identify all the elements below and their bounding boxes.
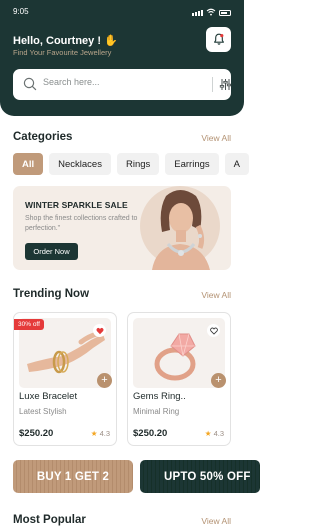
header: 9:05 Hello, Courtney ! ✋ Find Your Favou… — [0, 0, 244, 116]
greeting-subtitle: Find Your Favourite Jewellery — [13, 48, 112, 57]
battery-icon — [219, 10, 231, 16]
status-bar: 9:05 — [13, 7, 231, 19]
product-card-bracelet[interactable]: 30% off + Luxe Bracelet Latest Stylish $… — [13, 312, 117, 446]
product-price: $250.20 — [19, 428, 54, 439]
product-subtitle: Minimal Ring — [133, 407, 180, 416]
greeting: Hello, Courtney ! ✋ — [13, 35, 118, 47]
chip-necklaces[interactable]: Necklaces — [49, 153, 111, 175]
trending-view-all-link[interactable]: View All — [201, 290, 231, 300]
banner-model-image — [140, 186, 220, 270]
most-popular-view-all-link[interactable]: View All — [201, 516, 231, 526]
filter-icon[interactable] — [219, 78, 232, 91]
categories-title: Categories — [13, 131, 73, 143]
notification-button[interactable] — [206, 27, 231, 52]
search-divider — [212, 77, 213, 92]
star-icon: ★ — [204, 429, 212, 438]
favorite-button[interactable] — [207, 324, 220, 337]
promo-upto-50-off[interactable]: UPTO 50% OFF — [140, 460, 260, 493]
sale-banner[interactable]: WINTER SPARKLE SALE Shop the finest coll… — [13, 186, 231, 270]
category-chips: All Necklaces Rings Earrings A — [13, 153, 249, 175]
product-subtitle: Latest Stylish — [19, 407, 67, 416]
chip-more[interactable]: A — [224, 153, 249, 175]
banner-text: Shop the finest collections crafted to p… — [25, 215, 138, 232]
discount-badge: 30% off — [14, 319, 44, 330]
product-card-ring[interactable]: + Gems Ring.. Minimal Ring $250.20 ★ 4.3 — [127, 312, 231, 446]
trending-title: Trending Now — [13, 288, 90, 300]
product-name: Luxe Bracelet — [19, 391, 78, 402]
rating-value: 4.3 — [99, 429, 110, 438]
chip-rings[interactable]: Rings — [116, 153, 160, 175]
product-price: $250.20 — [133, 428, 168, 439]
rating-value: 4.3 — [213, 429, 224, 438]
product-name: Gems Ring.. — [133, 391, 186, 402]
status-time: 9:05 — [13, 7, 29, 16]
add-to-cart-button[interactable]: + — [211, 373, 226, 388]
signal-icon — [192, 10, 203, 16]
status-icons — [192, 8, 231, 16]
product-rating: ★ 4.3 — [91, 429, 110, 438]
search-bar[interactable] — [13, 69, 232, 100]
categories-view-all-link[interactable]: View All — [201, 133, 231, 143]
star-icon: ★ — [90, 429, 98, 438]
search-input[interactable] — [43, 77, 193, 87]
chip-earrings[interactable]: Earrings — [165, 153, 219, 175]
wifi-icon — [206, 8, 216, 16]
order-now-button[interactable]: Order Now — [25, 243, 78, 260]
search-icon — [23, 77, 37, 91]
bell-icon — [213, 33, 224, 45]
product-rating: ★ 4.3 — [205, 429, 224, 438]
most-popular-title: Most Popular — [13, 514, 86, 526]
promo-buy-1-get-2[interactable]: BUY 1 GET 2 — [13, 460, 133, 493]
chip-all[interactable]: All — [13, 153, 44, 175]
heart-outline-icon — [209, 327, 218, 335]
heart-filled-icon — [95, 327, 104, 334]
favorite-button[interactable] — [93, 324, 106, 337]
banner-title: WINTER SPARKLE SALE — [25, 200, 128, 210]
add-to-cart-button[interactable]: + — [97, 373, 112, 388]
